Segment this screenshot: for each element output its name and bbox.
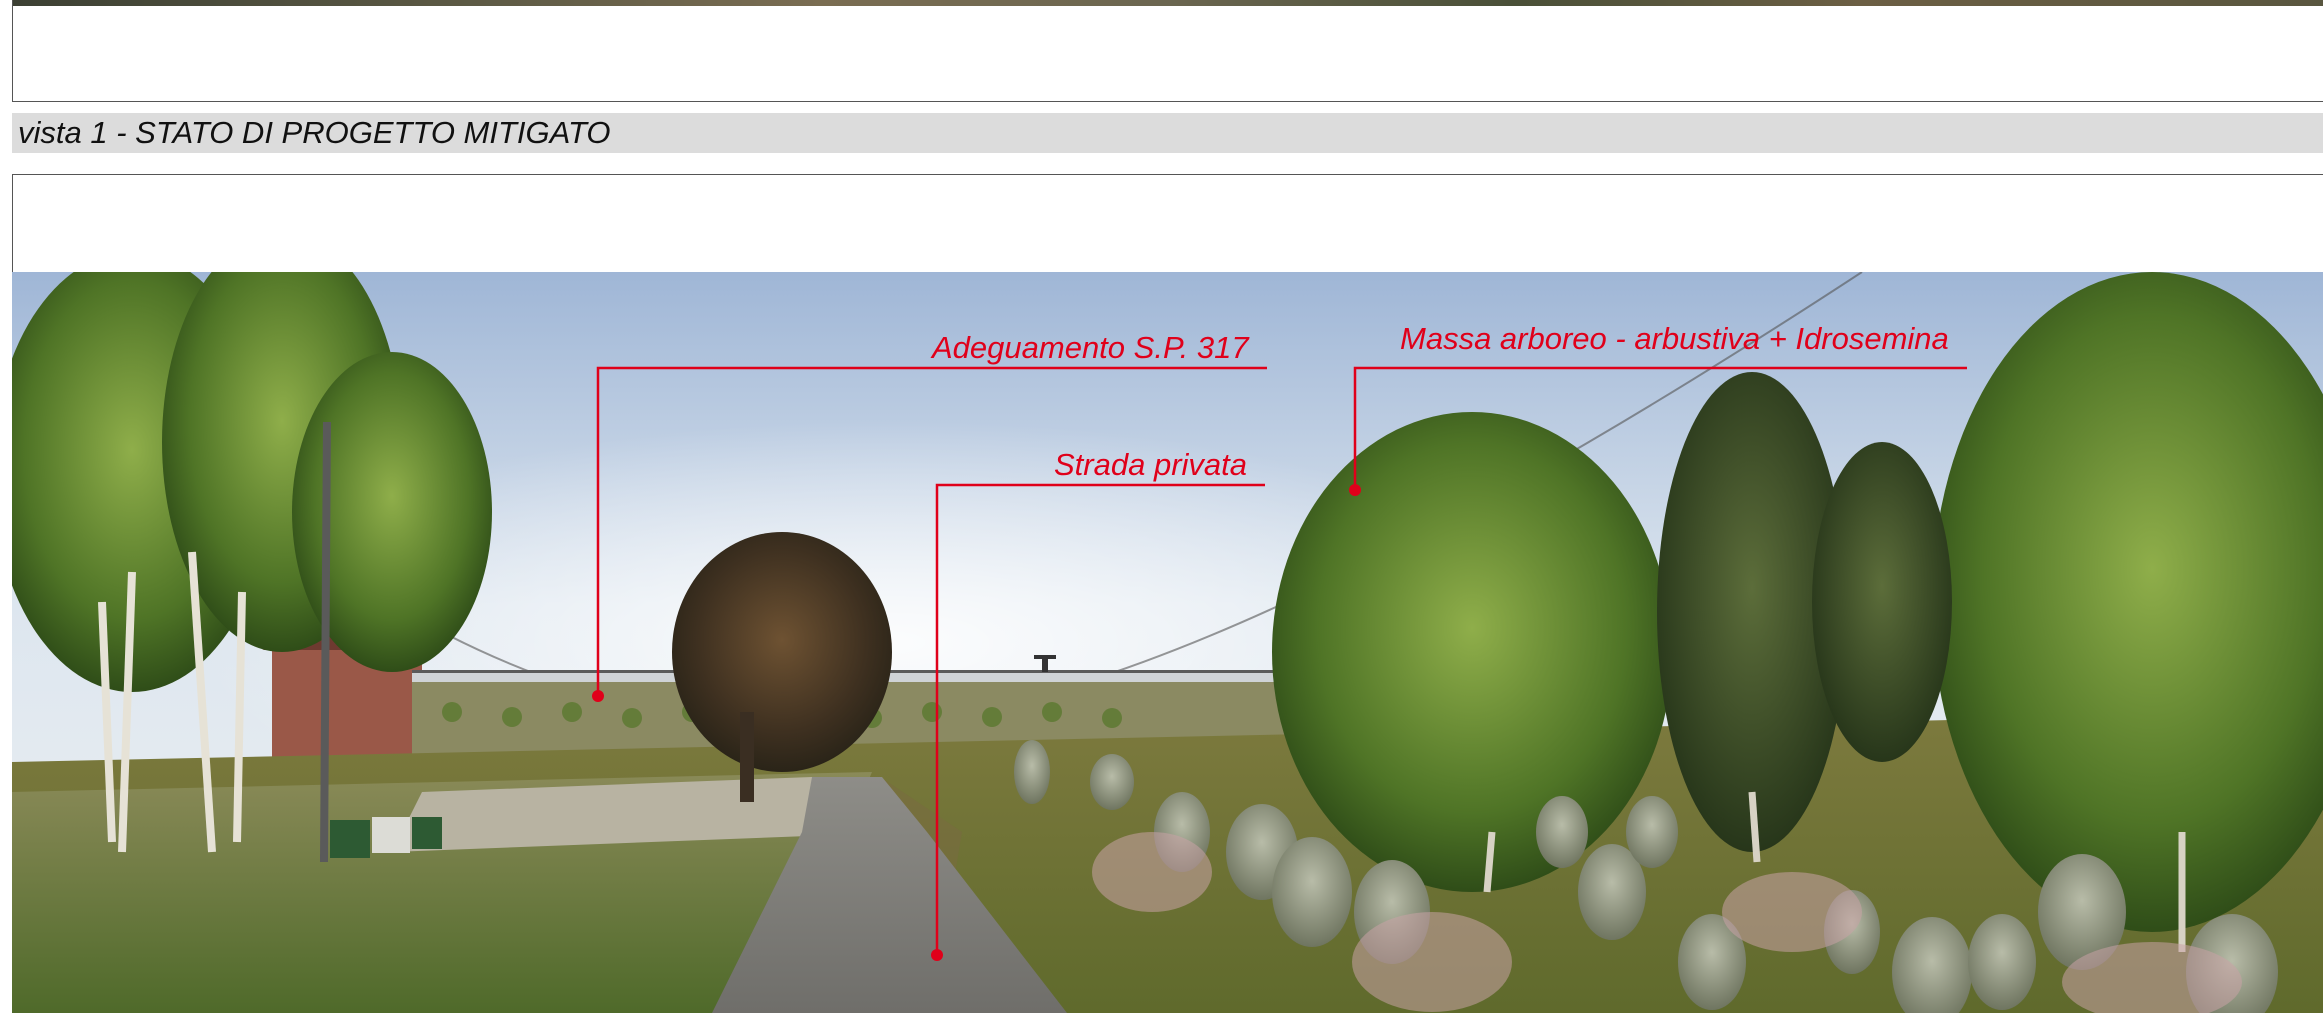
landscape-photo: Adeguamento S.P. 317 Strada privata Mass… bbox=[12, 272, 2323, 1013]
callout-label-strada-privata: Strada privata bbox=[1054, 447, 1247, 482]
section-title: vista 1 - STATO DI PROGETTO MITIGATO bbox=[18, 115, 611, 150]
section-header-bar: vista 1 - STATO DI PROGETTO MITIGATO bbox=[12, 113, 2323, 153]
callout-label-massa-arborea: Massa arboreo - arbustiva + Idrosemina bbox=[1400, 321, 1949, 356]
callout-label-sp317: Adeguamento S.P. 317 bbox=[932, 330, 1249, 365]
previous-view-frame bbox=[12, 0, 2323, 102]
